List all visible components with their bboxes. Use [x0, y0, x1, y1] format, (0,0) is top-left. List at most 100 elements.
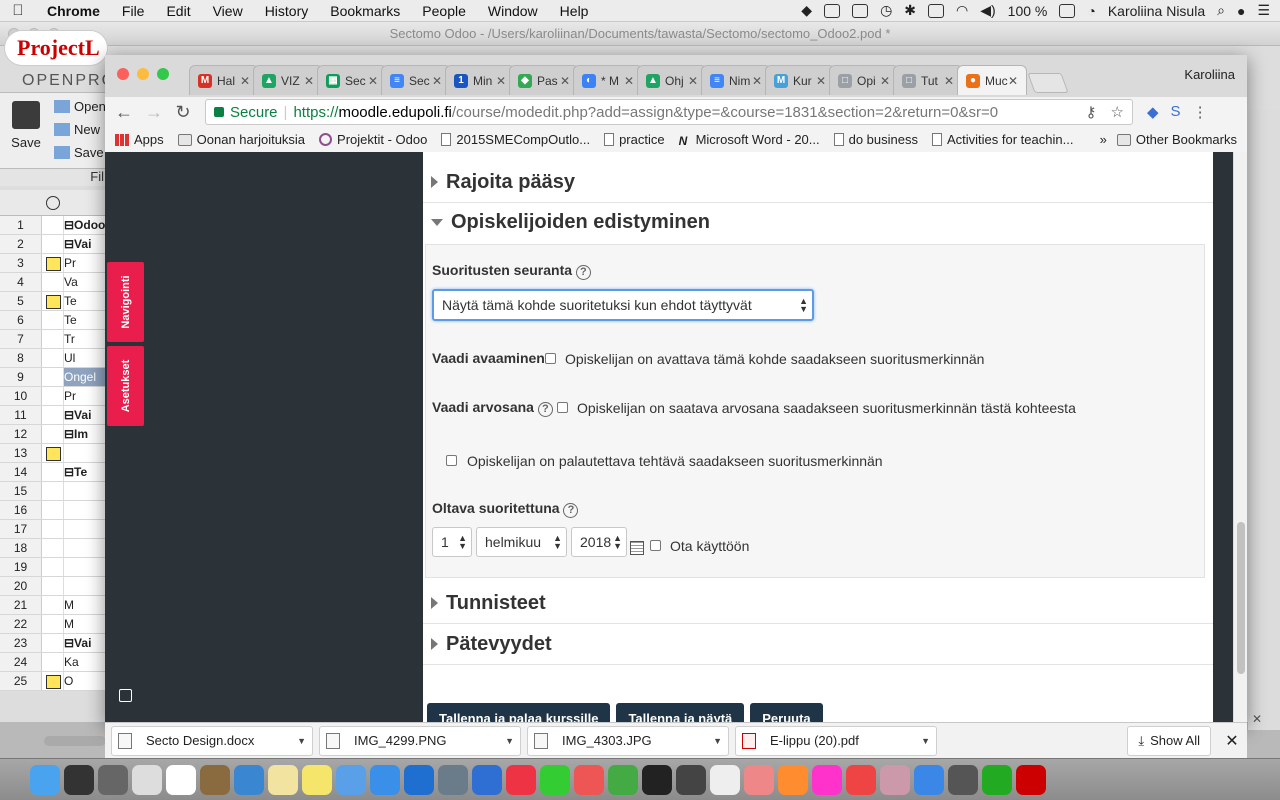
require-grade-checkbox[interactable] [557, 402, 568, 413]
bookmark-item[interactable]: Apps [115, 132, 164, 147]
task-name[interactable]: Ka [64, 653, 106, 671]
user-name[interactable]: Karoliina Nisula [1108, 3, 1205, 19]
download-item[interactable]: IMG_4303.JPG ▼ [527, 725, 729, 756]
bookmark-item[interactable]: Oonan harjoituksia [177, 132, 305, 147]
dock-app-icon[interactable] [574, 764, 604, 795]
chevron-down-icon[interactable]: ▼ [505, 736, 514, 746]
dock-app-icon[interactable] [98, 764, 128, 795]
task-row[interactable]: 25 O [0, 672, 106, 691]
task-name[interactable] [64, 444, 106, 462]
task-row[interactable]: 12 ⊟Im [0, 425, 106, 444]
task-row[interactable]: 18 [0, 539, 106, 558]
download-item[interactable]: Secto Design.docx ▼ [111, 725, 313, 756]
profile-button[interactable]: Karoliina [1184, 67, 1235, 82]
task-name[interactable]: ⊟Odoo [64, 216, 106, 234]
bookmark-item[interactable]: Projektit - Odoo [319, 132, 427, 147]
tab-close-icon[interactable]: ✕ [560, 74, 570, 88]
day-select[interactable]: 1 ▲ ▼ [432, 527, 472, 557]
tab-close-icon[interactable]: ✕ [816, 74, 826, 88]
task-name[interactable] [64, 482, 106, 500]
dropbox-icon[interactable]: ◆ [801, 2, 812, 19]
calendar-icon[interactable] [630, 541, 644, 555]
chevron-down-icon[interactable]: ▼ [713, 736, 722, 746]
task-name[interactable]: M [64, 596, 106, 614]
scrollbar-thumb[interactable] [1237, 522, 1245, 674]
task-row[interactable]: 5 Te [0, 292, 106, 311]
menu-window[interactable]: Window [477, 3, 549, 19]
section-tags[interactable]: Tunnisteet [423, 583, 1213, 624]
reload-icon[interactable]: ↻ [175, 102, 191, 123]
task-row[interactable]: 8 Ul [0, 349, 106, 368]
bookmark-star-icon[interactable]: ☆ [1111, 103, 1124, 121]
task-name[interactable]: ⊟Te [64, 463, 106, 481]
menu-history[interactable]: History [254, 3, 320, 19]
browser-tab[interactable]: ≡ Sec ✕ [381, 65, 451, 95]
battery-percent[interactable]: 100 % [1008, 3, 1048, 19]
browser-tab[interactable]: ≡ Nim ✕ [701, 65, 771, 95]
task-name[interactable]: Pr [64, 387, 106, 405]
require-submit-checkbox[interactable] [446, 455, 457, 466]
open-button[interactable]: Open [54, 99, 106, 114]
close-window-icon[interactable] [117, 68, 129, 80]
task-name[interactable]: M [64, 615, 106, 633]
bluetooth-icon[interactable]: ✱ [904, 2, 916, 19]
chrome-menu-icon[interactable]: ⋮ [1193, 103, 1208, 121]
battery-monitor-icon[interactable] [928, 3, 945, 18]
browser-tab[interactable]: ● Muc ✕ [957, 65, 1027, 95]
task-name[interactable]: Te [64, 292, 106, 310]
spotlight-search-icon[interactable]: ⌕ [1217, 2, 1225, 19]
dock-app-icon[interactable] [540, 764, 570, 795]
bookmark-item[interactable]: 2015SMECompOutlo... [441, 132, 590, 147]
task-row[interactable]: 6 Te [0, 311, 106, 330]
chevron-down-icon[interactable]: ▼ [297, 736, 306, 746]
month-select[interactable]: helmikuu ▲ ▼ [476, 527, 567, 557]
notification-center-icon[interactable]: ☰ [1257, 2, 1270, 19]
task-name[interactable] [64, 577, 106, 595]
task-row[interactable]: 15 [0, 482, 106, 501]
tab-close-icon[interactable]: ✕ [944, 74, 954, 88]
task-row[interactable]: 24 Ka [0, 653, 106, 672]
dock-app-icon[interactable] [234, 764, 264, 795]
bookmark-item[interactable]: do business [833, 132, 918, 147]
forward-arrow-icon[interactable]: → [145, 102, 163, 123]
task-name[interactable] [64, 558, 106, 576]
task-name[interactable]: Te [64, 311, 106, 329]
close-icon[interactable]: ✕ [1252, 712, 1262, 726]
help-icon[interactable]: ? [563, 503, 579, 518]
download-item[interactable]: E-lippu (20).pdf ▼ [735, 725, 937, 756]
apple-menu-icon[interactable]:  [0, 2, 36, 19]
bookmark-item[interactable]: N Microsoft Word - 20... [679, 132, 820, 148]
browser-tab[interactable]: □ Opi ✕ [829, 65, 899, 95]
enable-date-checkbox[interactable] [650, 540, 661, 551]
dock-app-icon[interactable] [200, 764, 230, 795]
zoom-window-icon[interactable] [157, 68, 169, 80]
dock-app-icon[interactable] [778, 764, 808, 795]
tab-close-icon[interactable]: ✕ [1008, 74, 1018, 88]
chevron-down-icon[interactable]: ▼ [921, 736, 930, 746]
menu-file[interactable]: File [111, 3, 156, 19]
tab-close-icon[interactable]: ✕ [624, 74, 634, 88]
dock-app-icon[interactable] [948, 764, 978, 795]
task-name[interactable] [64, 520, 106, 538]
window-status-icon[interactable] [852, 3, 869, 18]
tab-close-icon[interactable]: ✕ [752, 74, 762, 88]
show-all-downloads-button[interactable]: ⤓ Show All [1127, 725, 1211, 756]
task-name[interactable]: Va [64, 273, 106, 291]
app-status-icon[interactable] [824, 3, 841, 18]
dock-app-icon[interactable] [710, 764, 740, 795]
minimize-window-icon[interactable] [137, 68, 149, 80]
key-icon[interactable]: ⚷ [1086, 103, 1097, 121]
tab-close-icon[interactable]: ✕ [304, 74, 314, 88]
tab-close-icon[interactable]: ✕ [688, 74, 698, 88]
dock-app-icon[interactable] [914, 764, 944, 795]
task-row[interactable]: 2 ⊟Vai [0, 235, 106, 254]
task-name[interactable]: ⊟Vai [64, 634, 106, 652]
browser-tab[interactable]: ▲ Ohj ✕ [637, 65, 707, 95]
grid-horizontal-scrollbar[interactable] [44, 736, 106, 746]
dock-app-icon[interactable] [370, 764, 400, 795]
task-name[interactable]: Pr [64, 254, 106, 272]
task-row[interactable]: 10 Pr [0, 387, 106, 406]
dock-app-icon[interactable] [642, 764, 672, 795]
task-row[interactable]: 21 M [0, 596, 106, 615]
menu-bookmarks[interactable]: Bookmarks [319, 3, 411, 19]
